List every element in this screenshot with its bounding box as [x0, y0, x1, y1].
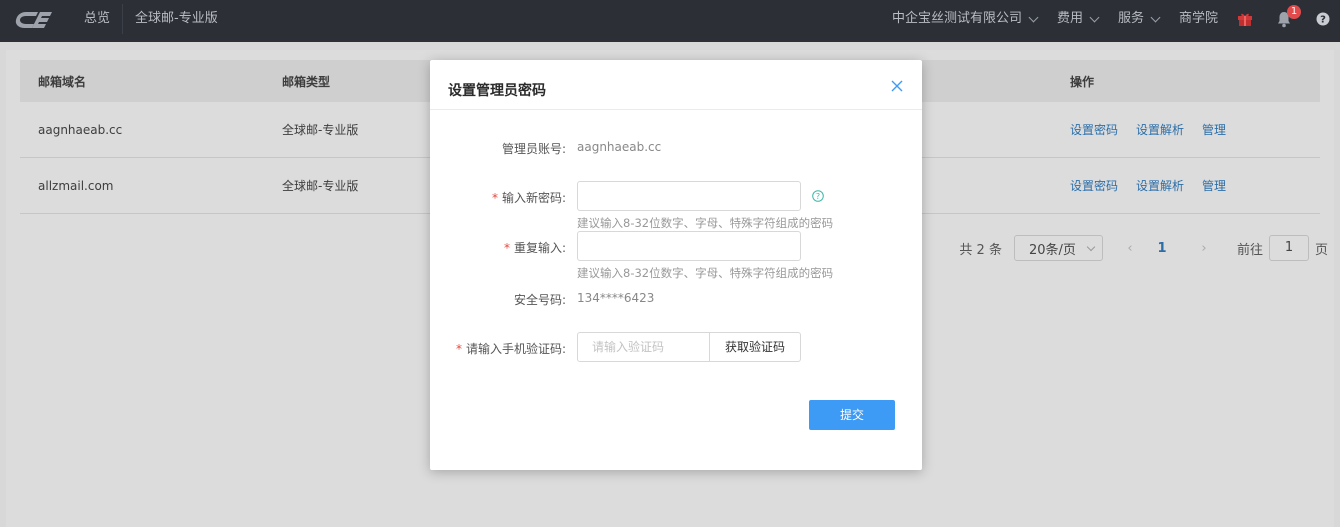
page-size-value: 20条/页 — [1028, 242, 1076, 258]
top-navigation-bar: 总览 全球邮-专业版 中企宝丝测试有限公司 费用 服务 商学院 1 ? — [0, 0, 1340, 42]
required-mark: * — [455, 342, 462, 356]
required-mark: * — [503, 241, 510, 255]
new-password-label-wrap: * 输入新密码: — [492, 189, 566, 206]
pagination: 共 2 条 20条/页 ‹ 1 › 前往 1 页 — [959, 234, 1328, 262]
repeat-password-hint: 建议输入8-32位数字、字母、特殊字符组成的密码 — [577, 266, 834, 280]
chevron-down-icon — [1089, 12, 1100, 22]
repeat-label-wrap: * 重复输入: — [504, 239, 566, 256]
fees-label: 费用 — [1056, 11, 1083, 26]
set-dns-link[interactable]: 设置解析 — [1136, 177, 1184, 194]
account-value: aagnhaeab.cc — [577, 140, 662, 154]
close-icon[interactable] — [890, 79, 904, 93]
logo[interactable] — [12, 8, 54, 32]
nav-overview[interactable]: 总览 — [72, 0, 122, 38]
set-password-link[interactable]: 设置密码 — [1070, 177, 1118, 194]
prev-page-icon[interactable]: ‹ — [1117, 241, 1143, 256]
nav-academy[interactable]: 商学院 — [1169, 0, 1228, 38]
manage-link[interactable]: 管理 — [1202, 121, 1226, 138]
header-domain: 邮箱域名 — [38, 74, 87, 89]
code-label: 请输入手机验证码: — [465, 342, 566, 356]
cell-domain: allzmail.com — [38, 178, 114, 193]
company-name: 中企宝丝测试有限公司 — [891, 11, 1022, 26]
verification-code-input[interactable]: 请输入验证码 — [577, 332, 709, 362]
notification-badge: 1 — [1287, 5, 1301, 19]
dialog-divider — [430, 109, 922, 110]
company-dropdown[interactable]: 中企宝丝测试有限公司 — [882, 0, 1047, 38]
verification-code-group: 请输入验证码 获取验证码 — [577, 332, 801, 362]
new-password-input[interactable] — [577, 181, 801, 211]
goto-page-input[interactable]: 1 — [1268, 235, 1309, 261]
page-number[interactable]: 1 — [1147, 241, 1177, 256]
set-password-link[interactable]: 设置密码 — [1070, 121, 1118, 138]
chevron-down-icon — [1028, 12, 1039, 22]
next-page-icon[interactable]: › — [1191, 241, 1217, 256]
dialog-title: 设置管理员密码 — [448, 83, 546, 99]
notification-button[interactable]: 1 — [1262, 0, 1306, 38]
account-label: 管理员账号: — [501, 142, 566, 156]
gift-icon[interactable] — [1228, 0, 1262, 38]
cell-actions: 设置密码 设置解析 管理 — [1070, 121, 1320, 138]
help-icon[interactable]: ? — [1306, 0, 1340, 38]
cell-domain: aagnhaeab.cc — [38, 122, 123, 137]
svg-text:?: ? — [1320, 15, 1326, 26]
repeat-password-input[interactable] — [577, 231, 801, 261]
required-mark: * — [491, 191, 498, 205]
page-size-select[interactable]: 20条/页 — [1013, 235, 1103, 261]
svg-text:?: ? — [816, 192, 820, 201]
services-label: 服务 — [1117, 11, 1144, 26]
goto-unit: 页 — [1314, 242, 1328, 258]
code-label-wrap: * 请输入手机验证码: — [456, 340, 566, 357]
ce-logo-icon — [15, 12, 52, 28]
goto-label: 前往 — [1236, 242, 1263, 258]
get-code-button[interactable]: 获取验证码 — [709, 332, 801, 362]
new-password-label: 输入新密码: — [501, 191, 566, 205]
header-actions: 操作 — [1070, 74, 1095, 89]
submit-button[interactable]: 提交 — [809, 400, 895, 430]
fees-dropdown[interactable]: 费用 — [1047, 0, 1108, 38]
security-value: 134****6423 — [577, 291, 655, 305]
set-dns-link[interactable]: 设置解析 — [1136, 121, 1184, 138]
question-icon[interactable]: ? — [812, 190, 824, 202]
security-label: 安全号码: — [513, 293, 566, 307]
set-admin-password-dialog: 设置管理员密码 管理员账号: aagnhaeab.cc * 输入新密码: ? 建议… — [430, 60, 922, 470]
manage-link[interactable]: 管理 — [1202, 177, 1226, 194]
cell-actions: 设置密码 设置解析 管理 — [1070, 177, 1320, 194]
services-dropdown[interactable]: 服务 — [1108, 0, 1169, 38]
chevron-down-icon — [1150, 12, 1161, 22]
repeat-label: 重复输入: — [513, 241, 566, 255]
nav-product[interactable]: 全球邮-专业版 — [123, 0, 230, 38]
new-password-hint: 建议输入8-32位数字、字母、特殊字符组成的密码 — [577, 216, 834, 230]
total-count: 共 2 条 — [959, 242, 1002, 258]
chevron-down-icon — [1086, 242, 1096, 251]
